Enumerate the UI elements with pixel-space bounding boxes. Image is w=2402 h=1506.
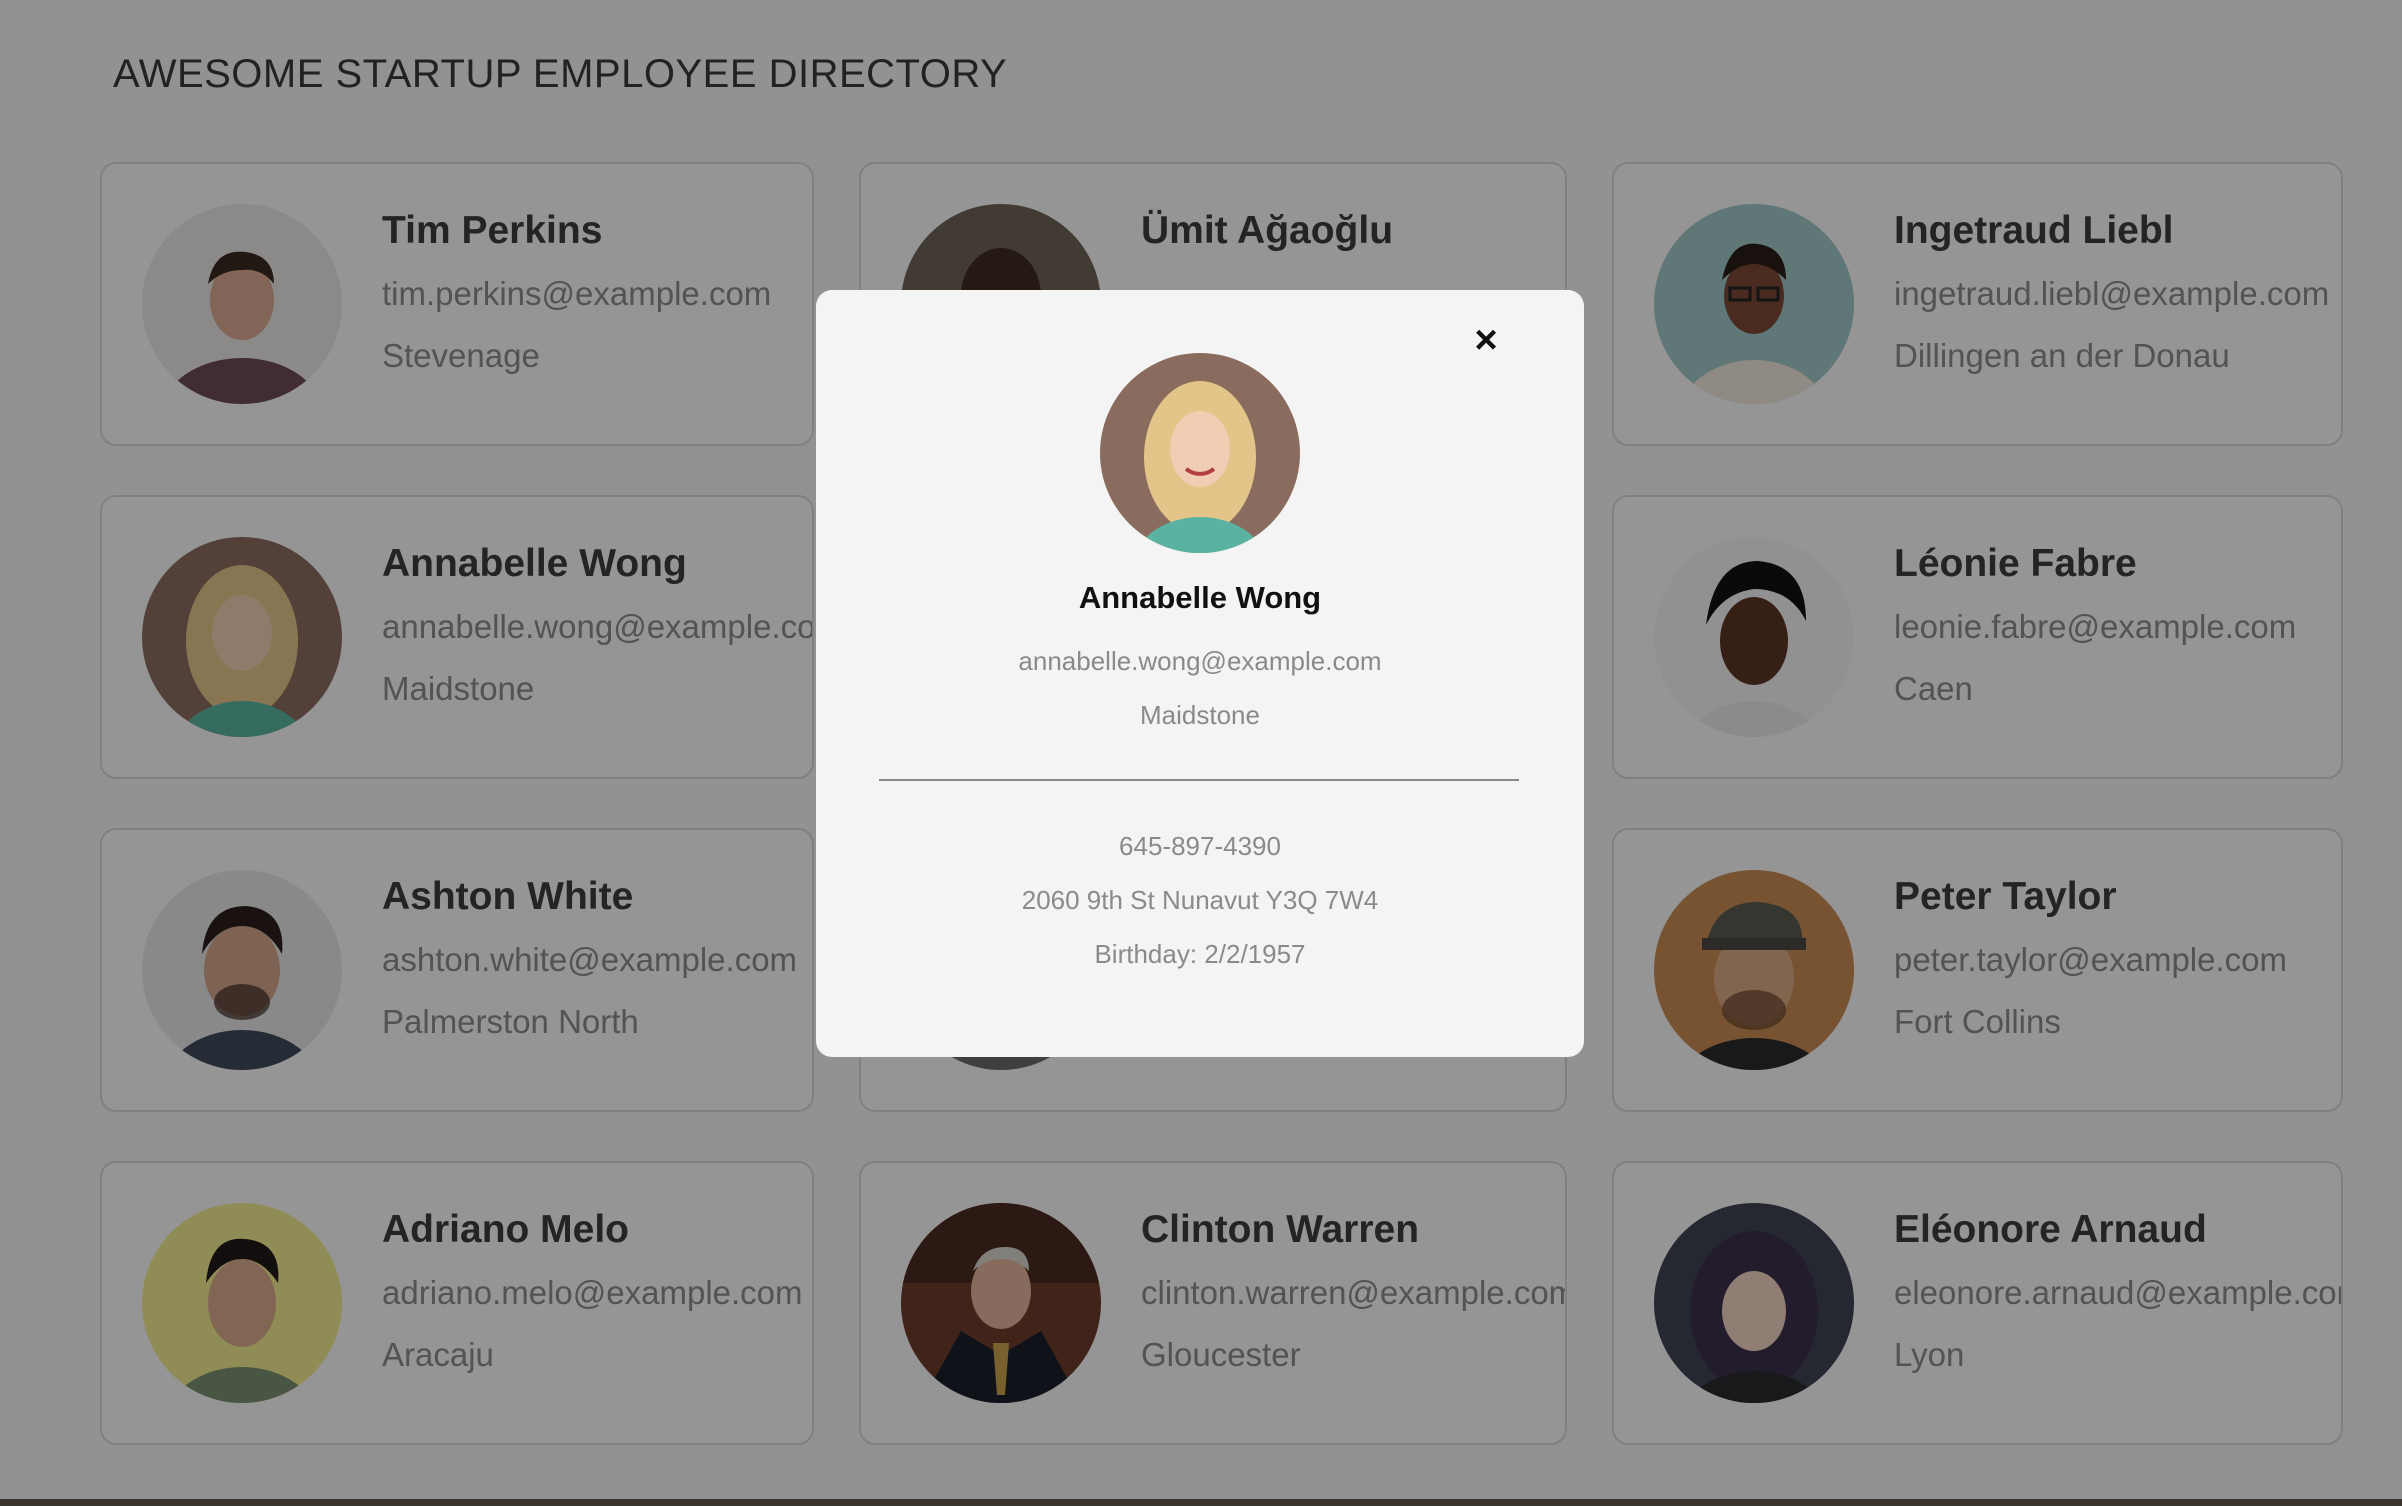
modal-city: Maidstone	[1140, 700, 1260, 730]
bottom-edge-bar	[0, 1499, 2402, 1506]
modal-phone: 645-897-4390	[1119, 831, 1281, 861]
modal-email: annabelle.wong@example.com	[1018, 646, 1382, 676]
modal-birthday: Birthday: 2/2/1957	[1094, 939, 1306, 969]
modal-name: Annabelle Wong	[1078, 580, 1322, 615]
close-icon[interactable]: ×	[1466, 320, 1506, 360]
modal-avatar	[1100, 353, 1300, 553]
modal-address: 2060 9th St Nunavut Y3Q 7W4	[1021, 885, 1379, 915]
modal-divider	[879, 779, 1519, 781]
employee-modal: × Annabelle Wong annabelle.wong@example.…	[816, 290, 1584, 1057]
